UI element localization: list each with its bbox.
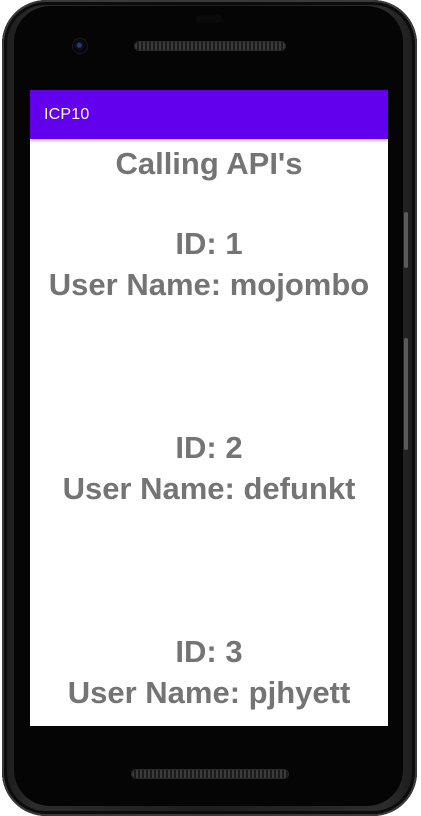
page-heading: Calling API's bbox=[115, 146, 303, 181]
top-speaker-grille bbox=[135, 42, 285, 50]
app-title: ICP10 bbox=[44, 105, 90, 123]
user-entry: ID: 2 User Name: defunkt bbox=[30, 427, 388, 509]
app-screen: ICP10 Calling API's ID: 1 User Name: moj… bbox=[30, 90, 388, 726]
user-name-label: User Name: pjhyett bbox=[67, 675, 351, 710]
user-entry: ID: 3 User Name: pjhyett bbox=[30, 631, 388, 713]
user-name-label: User Name: mojombo bbox=[48, 267, 370, 302]
app-bar: ICP10 bbox=[30, 90, 388, 139]
user-id-label: ID: 3 bbox=[175, 634, 243, 669]
phone-side-button-bottom bbox=[404, 338, 408, 450]
user-id-label: ID: 1 bbox=[175, 226, 243, 261]
top-notch bbox=[196, 15, 222, 23]
bottom-speaker-grille bbox=[132, 770, 288, 778]
user-name-label: User Name: defunkt bbox=[62, 471, 356, 506]
front-camera-icon bbox=[73, 39, 87, 53]
user-entry: ID: 1 User Name: mojombo bbox=[30, 223, 388, 305]
phone-side-button-top bbox=[404, 212, 408, 268]
user-id-label: ID: 2 bbox=[175, 430, 243, 465]
